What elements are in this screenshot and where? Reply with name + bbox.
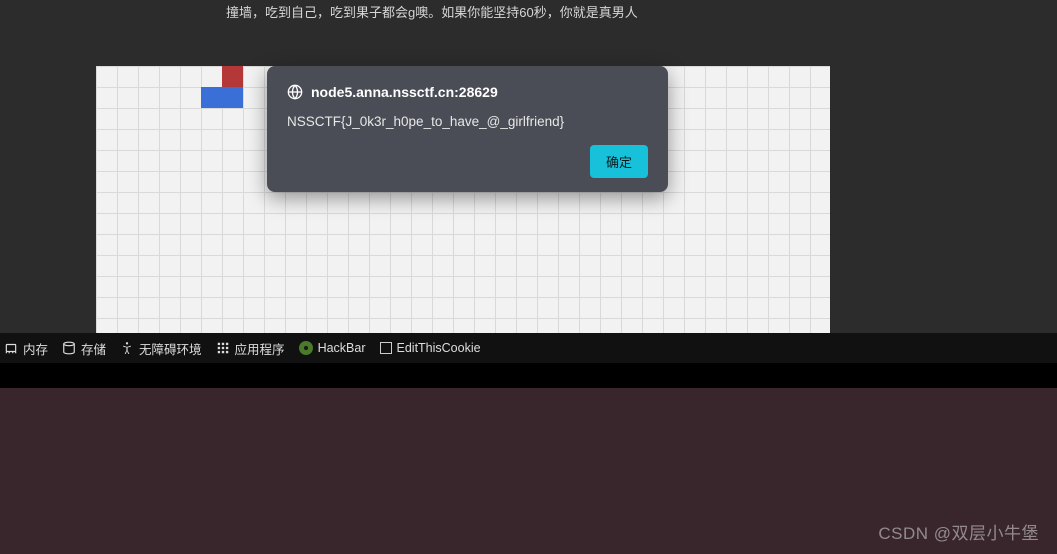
snake-head	[222, 66, 243, 87]
tab-apps[interactable]: 应用程序	[216, 339, 285, 358]
tab-hackbar-label: HackBar	[318, 341, 366, 355]
tab-hackbar[interactable]: HackBar	[299, 341, 366, 355]
tab-storage[interactable]: 存储	[62, 339, 106, 358]
dialog-message: NSSCTF{J_0k3r_h0pe_to_have_@_girlfriend}	[287, 114, 648, 129]
bottom-panel: CSDN @双层小牛堡	[0, 388, 1057, 554]
dialog-host: node5.anna.nssctf.cn:28629	[311, 84, 498, 100]
snake-body	[222, 87, 243, 108]
instruction-text: 撞墙，吃到自己，吃到果子都会g噢。如果你能坚持60秒，你就是真男人	[226, 2, 638, 21]
watermark: CSDN @双层小牛堡	[878, 519, 1039, 544]
tab-editthiscookie-label: EditThisCookie	[397, 341, 481, 355]
tab-editthiscookie[interactable]: EditThisCookie	[380, 341, 481, 355]
hackbar-icon	[299, 341, 313, 355]
devtools-panel	[0, 363, 1057, 388]
ok-button[interactable]: 确定	[590, 145, 648, 178]
tab-memory-label: 内存	[23, 339, 48, 358]
tab-storage-label: 存储	[81, 339, 106, 358]
storage-icon	[62, 341, 76, 355]
accessibility-icon	[120, 341, 134, 355]
memory-icon	[4, 341, 18, 355]
snake-body	[201, 87, 222, 108]
devtools-toolbar: 内存 存储 无障碍环境 应用程序 HackBar EditThisCookie	[0, 333, 1057, 363]
tab-accessibility-label: 无障碍环境	[139, 339, 202, 358]
apps-icon	[216, 341, 230, 355]
globe-icon	[287, 84, 303, 100]
alert-dialog: node5.anna.nssctf.cn:28629 NSSCTF{J_0k3r…	[267, 66, 668, 192]
tab-apps-label: 应用程序	[235, 339, 285, 358]
checkbox-icon	[380, 342, 392, 354]
tab-memory[interactable]: 内存	[4, 339, 48, 358]
tab-accessibility[interactable]: 无障碍环境	[120, 339, 202, 358]
